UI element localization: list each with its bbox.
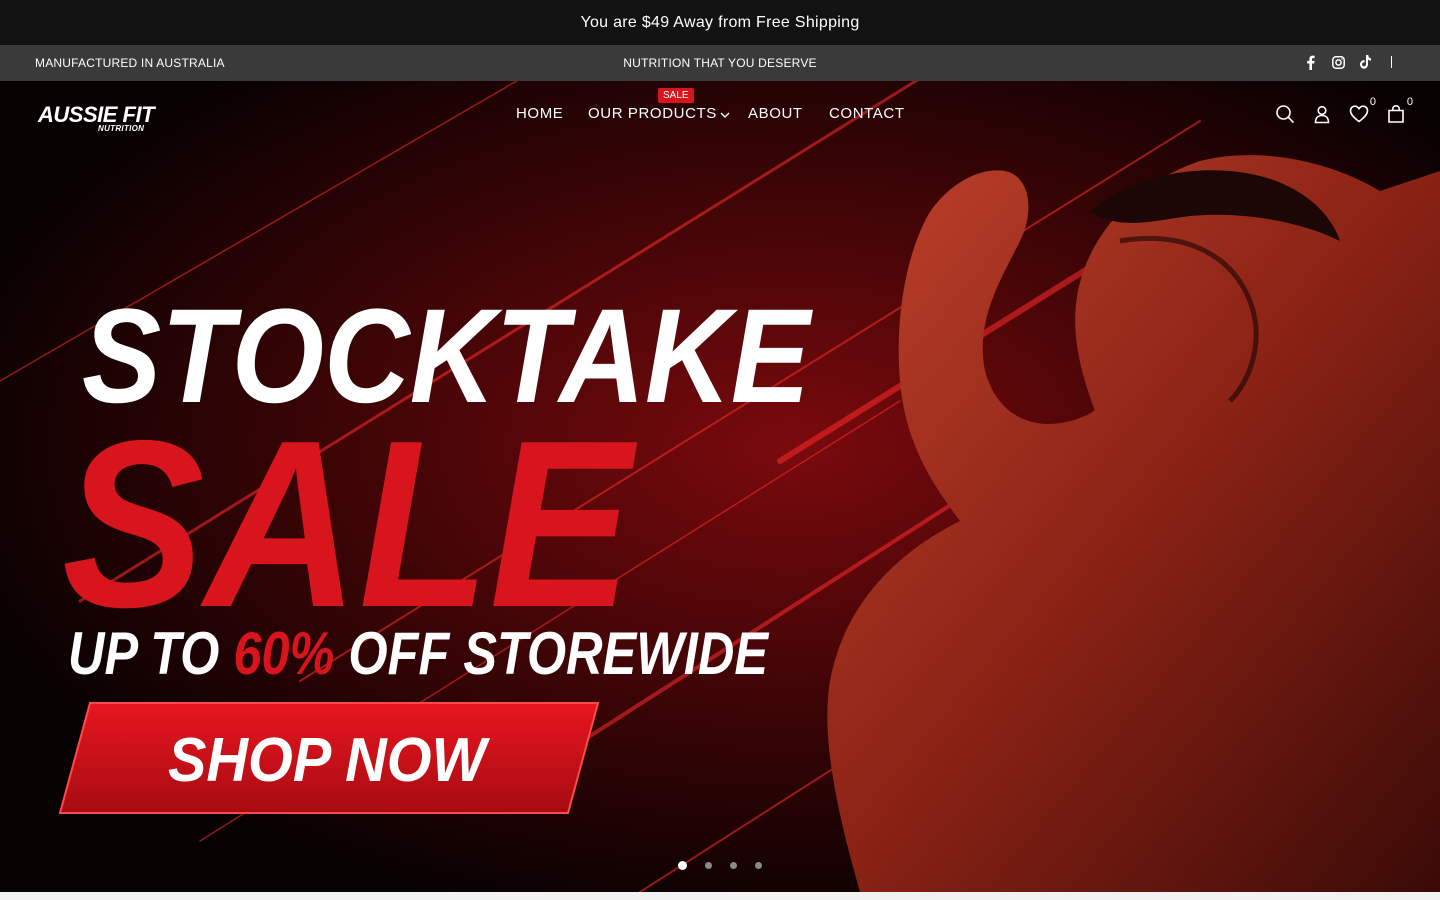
hero-text-art: STOCKTAKE SALE UP TO 60% OFF STOREWIDE S… [58, 282, 813, 814]
slide-dot-4[interactable] [755, 862, 762, 869]
nav-contact[interactable]: CONTACT [829, 105, 905, 122]
chevron-down-icon [720, 106, 730, 123]
cart-bag-icon[interactable]: 0 [1386, 96, 1413, 124]
free-shipping-message: You are $49 Away from Free Shipping [580, 13, 860, 31]
slide-dot-1[interactable] [678, 861, 687, 870]
site-header: AUSSIE FIT NUTRITION HOME SALE OUR PRODU… [0, 81, 1440, 145]
nav-our-products-label: OUR PRODUCTS [588, 105, 717, 122]
social-links [1303, 54, 1392, 70]
main-nav: HOME SALE OUR PRODUCTS ABOUT CONTACT [0, 81, 1440, 145]
manufactured-label: MANUFACTURED IN AUSTRALIA [35, 56, 225, 70]
slider-dots [0, 861, 1440, 870]
nav-our-products[interactable]: OUR PRODUCTS [588, 105, 730, 123]
user-icon[interactable] [1312, 104, 1332, 124]
instagram-icon[interactable] [1331, 54, 1345, 70]
offer-suffix: OFF STOREWIDE [334, 620, 769, 687]
facebook-icon[interactable] [1303, 54, 1317, 70]
nav-about[interactable]: ABOUT [748, 105, 803, 122]
shop-now-button: SHOP NOW [58, 702, 600, 814]
top-info-bar: MANUFACTURED IN AUSTRALIA NUTRITION THAT… [0, 45, 1440, 81]
wishlist-heart-icon[interactable]: 0 [1349, 96, 1376, 124]
separator-line [1391, 56, 1392, 68]
header-icons: 0 0 [1275, 96, 1413, 127]
tiktok-icon[interactable] [1359, 54, 1373, 70]
offer-prefix: UP TO [68, 620, 233, 687]
announcement-bar: You are $49 Away from Free Shipping [0, 0, 1440, 45]
hero-headline-sale: SALE [62, 392, 638, 657]
offer-percent: 60% [233, 620, 334, 687]
shop-now-label: SHOP NOW [168, 726, 490, 795]
wishlist-count: 0 [1369, 96, 1376, 108]
search-icon[interactable] [1275, 104, 1295, 124]
slide-dot-3[interactable] [730, 862, 737, 869]
hero-banner[interactable]: STOCKTAKE SALE UP TO 60% OFF STOREWIDE S… [0, 81, 1440, 892]
cart-count: 0 [1406, 96, 1413, 108]
nav-home[interactable]: HOME [516, 105, 563, 122]
slide-dot-2[interactable] [705, 862, 712, 869]
page-bottom-strip [0, 892, 1440, 900]
hero-offer-text: UP TO 60% OFF STOREWIDE [68, 620, 770, 687]
sale-badge: SALE [658, 88, 694, 103]
tagline: NUTRITION THAT YOU DESERVE [623, 56, 817, 70]
